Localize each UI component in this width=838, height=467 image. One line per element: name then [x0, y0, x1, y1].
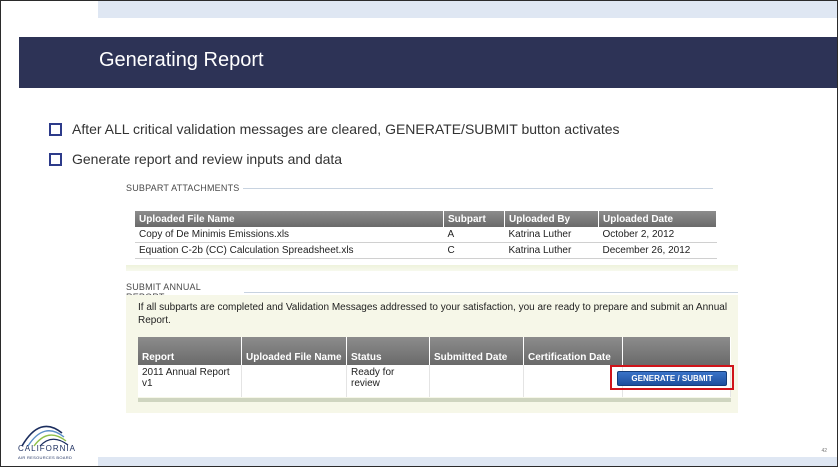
attachments-table: Uploaded File Name Subpart Uploaded By U…	[135, 211, 717, 259]
section-divider	[244, 291, 738, 293]
table-row: Equation C-2b (CC) Calculation Spreadshe…	[135, 242, 717, 259]
attachments-header-row: Uploaded File Name Subpart Uploaded By U…	[135, 211, 717, 227]
table-row: Copy of De Minimis Emissions.xls A Katri…	[135, 227, 717, 243]
col-status[interactable]: Status	[346, 337, 430, 365]
annual-report-panel: If all subparts are completed and Valida…	[126, 295, 738, 413]
col-subpart[interactable]: Subpart	[443, 211, 505, 227]
report-header-row: Report Uploaded File Name Status Submitt…	[138, 337, 731, 365]
logo-name: CALIFORNIA	[18, 444, 77, 453]
slide: Generating Report After ALL critical val…	[0, 0, 838, 467]
logo-subtitle: AIR RESOURCES BOARD	[18, 455, 73, 460]
generate-submit-button[interactable]: GENERATE / SUBMIT	[617, 371, 727, 386]
uploaded-date-cell: December 26, 2012	[598, 242, 717, 259]
bullet-square-icon	[49, 152, 62, 166]
report-cell: 2011 Annual Report v1	[138, 365, 242, 397]
col-certification-date[interactable]: Certification Date	[523, 337, 623, 365]
bullet-2-text: Generate report and review inputs and da…	[72, 151, 343, 167]
section-divider	[243, 187, 714, 189]
col-uploaded-by[interactable]: Uploaded By	[504, 211, 599, 227]
status-cell: Ready for review	[346, 365, 430, 397]
generate-submit-highlight: GENERATE / SUBMIT	[610, 365, 734, 390]
uploaded-date-cell: October 2, 2012	[598, 227, 717, 243]
subpart-cell: C	[443, 242, 505, 259]
california-arb-logo: CALIFORNIA AIR RESOURCES BOARD	[18, 415, 98, 465]
file-link[interactable]: Equation C-2b (CC) Calculation Spreadshe…	[135, 242, 444, 259]
col-uploaded-file-name[interactable]: Uploaded File Name	[241, 337, 347, 365]
bullet-1: After ALL critical validation messages a…	[49, 121, 620, 137]
footer-strip	[98, 457, 837, 466]
annual-report-description: If all subparts are completed and Valida…	[138, 302, 728, 326]
title-bar: Generating Report	[19, 37, 837, 88]
slide-title: Generating Report	[99, 49, 264, 71]
col-action	[622, 337, 731, 365]
col-uploaded-file-name[interactable]: Uploaded File Name	[135, 211, 444, 227]
attachments-footer-bar	[126, 265, 738, 271]
page-number: 42	[821, 448, 827, 454]
uploaded-by-cell: Katrina Luther	[504, 227, 599, 243]
subpart-cell: A	[443, 227, 505, 243]
col-uploaded-date[interactable]: Uploaded Date	[598, 211, 717, 227]
submitted-date-cell	[429, 365, 524, 397]
col-submitted-date[interactable]: Submitted Date	[429, 337, 524, 365]
bullet-2: Generate report and review inputs and da…	[49, 151, 342, 167]
subpart-attachments-label: SUBPART ATTACHMENTS	[126, 183, 240, 193]
file-link[interactable]: Copy of De Minimis Emissions.xls	[135, 227, 444, 243]
top-strip	[98, 1, 837, 18]
uploaded-file-cell	[241, 365, 347, 397]
col-report[interactable]: Report	[138, 337, 242, 365]
certification-date-cell	[523, 365, 623, 397]
bullet-1-text: After ALL critical validation messages a…	[72, 121, 620, 137]
report-table-footer-bar	[138, 398, 731, 402]
subpart-attachments-heading: SUBPART ATTACHMENTS	[126, 183, 738, 193]
uploaded-by-cell: Katrina Luther	[504, 242, 599, 259]
bullet-square-icon	[49, 122, 62, 136]
arch-logo-icon	[21, 425, 69, 447]
